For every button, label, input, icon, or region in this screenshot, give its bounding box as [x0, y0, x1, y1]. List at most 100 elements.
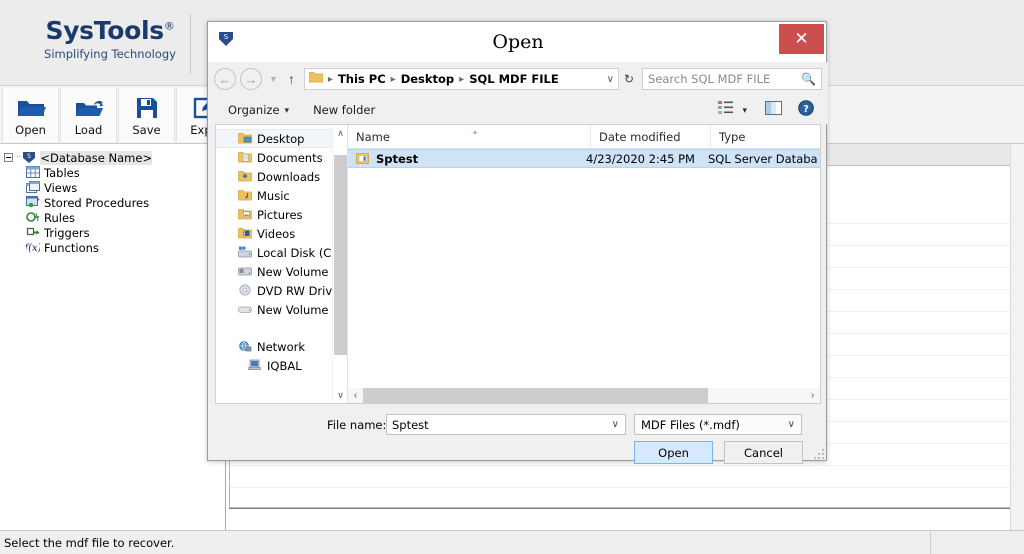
scrollbar-thumb[interactable] [334, 155, 347, 355]
forward-button[interactable]: → [240, 68, 262, 90]
nav-item-videos[interactable]: Videos [216, 224, 347, 243]
nav-item-documents[interactable]: Documents [216, 148, 347, 167]
resize-grip-icon[interactable] [812, 447, 824, 459]
nav-item-local-disk-c[interactable]: Local Disk (C:) [216, 243, 347, 262]
sidebar-item-triggers[interactable]: Triggers [0, 225, 225, 240]
sidebar-item-tables[interactable]: Tables [0, 165, 225, 180]
nav-item-pictures[interactable]: Pictures [216, 205, 347, 224]
load-button[interactable]: Load [60, 88, 117, 142]
sidebar-item-functions[interactable]: f(x) Functions [0, 240, 225, 255]
database-shield-icon: S [22, 151, 36, 164]
file-row-sptest[interactable]: Sptest 4/23/2020 2:45 PM SQL Server Data… [348, 149, 820, 168]
chevron-down-icon[interactable]: ∨ [612, 419, 625, 430]
search-input[interactable]: Search SQL MDF FILE 🔍 [642, 68, 822, 90]
scroll-up-icon[interactable]: ∧ [333, 125, 347, 141]
table-row[interactable] [230, 466, 1021, 488]
grid-vertical-scrollbar[interactable] [1010, 144, 1024, 530]
chevron-down-icon[interactable]: ▾ [742, 105, 747, 116]
svg-text:S: S [224, 33, 229, 41]
navigation-pane[interactable]: Desktop Documents Downloads Music Pictur… [216, 125, 348, 403]
refresh-icon[interactable]: ↻ [619, 68, 639, 90]
close-icon[interactable]: ✕ [779, 24, 824, 54]
dialog-open-button[interactable]: Open [634, 441, 713, 464]
scrollbar-thumb[interactable] [363, 388, 708, 403]
file-type-cell: SQL Server Databa... [708, 151, 818, 166]
nav-item-music[interactable]: Music [216, 186, 347, 205]
new-folder-button[interactable]: New folder [313, 103, 375, 117]
dialog-title-bar[interactable]: S Open ✕ [208, 22, 826, 62]
tree-collapse-toggle[interactable] [4, 153, 13, 162]
open-button[interactable]: Open [2, 88, 59, 142]
sidebar-item-label: Rules [44, 210, 76, 225]
nav-item-desktop[interactable]: Desktop [216, 129, 347, 148]
scrollbar-track[interactable] [363, 388, 805, 403]
breadcrumb-this-pc[interactable]: This PC [338, 72, 386, 86]
nav-item-label: Downloads [257, 169, 321, 184]
breadcrumb-desktop[interactable]: Desktop [401, 72, 454, 86]
list-view-icon[interactable] [718, 101, 734, 119]
nav-item-label: IQBAL [267, 358, 302, 373]
help-icon[interactable]: ? [798, 99, 814, 121]
dvd-drive-icon [238, 284, 252, 297]
sidebar-item-rules[interactable]: Rules [0, 210, 225, 225]
pictures-folder-icon [238, 208, 252, 221]
nav-item-new-volume-d[interactable]: New Volume (D:) [216, 262, 347, 281]
chevron-down-icon[interactable]: ▾ [285, 105, 290, 116]
nav-pane-spacer [216, 319, 347, 337]
file-name-cell: Sptest [376, 151, 419, 166]
triggers-icon [26, 226, 40, 239]
nav-item-label: Pictures [257, 207, 303, 222]
functions-icon: f(x) [23, 241, 41, 254]
dialog-title: Open [492, 31, 544, 53]
scroll-down-icon[interactable]: ∨ [333, 387, 347, 403]
save-button[interactable]: Save [118, 88, 175, 142]
scroll-left-icon[interactable]: ‹ [348, 390, 363, 401]
status-divider [930, 531, 931, 554]
breadcrumb-separator: ▸ [327, 73, 333, 85]
arrow-up-icon[interactable]: ↑ [288, 71, 295, 87]
file-list-header: Name Date modified Type ▴ [348, 124, 820, 149]
nav-item-network[interactable]: Network [216, 337, 347, 356]
table-grid-icon [26, 166, 40, 179]
nav-item-iqbal[interactable]: IQBAL [216, 356, 347, 375]
column-header-name[interactable]: Name [348, 125, 590, 149]
nav-item-new-volume-f[interactable]: New Volume (F:) [216, 300, 347, 319]
nav-item-label: Videos [257, 226, 296, 241]
systools-shield-icon: S [218, 31, 234, 52]
organize-menu[interactable]: Organize [228, 103, 280, 117]
svg-text:S: S [27, 153, 31, 160]
table-row[interactable] [230, 488, 1021, 510]
breadcrumb-sql-mdf-file[interactable]: SQL MDF FILE [469, 72, 559, 86]
nav-item-downloads[interactable]: Downloads [216, 167, 347, 186]
svg-text:?: ? [803, 104, 809, 115]
file-list-horizontal-scrollbar[interactable]: ‹ › [348, 388, 820, 403]
chevron-down-icon[interactable]: ▼ [269, 74, 278, 84]
chevron-down-icon[interactable]: ∨ [601, 74, 614, 85]
column-header-date-modified[interactable]: Date modified [590, 124, 710, 149]
chevron-down-icon[interactable]: ∨ [788, 419, 801, 430]
tree-root-node[interactable]: ·· S <Database Name> [0, 150, 225, 165]
nav-item-label: Music [257, 188, 290, 203]
address-bar[interactable]: ▸ This PC ▸ Desktop ▸ SQL MDF FILE ∨ [303, 68, 619, 90]
load-folder-icon [74, 94, 104, 122]
sidebar-item-label: Tables [44, 165, 80, 180]
column-header-type[interactable]: Type [710, 124, 815, 149]
brand-name-text: SysTools [45, 16, 164, 45]
banner-divider [190, 14, 191, 74]
scroll-right-icon[interactable]: › [805, 390, 820, 401]
file-list-pane: Name Date modified Type ▴ Sptest 4/23/20… [348, 124, 820, 403]
sidebar-item-label: Triggers [44, 225, 90, 240]
downloads-folder-icon [238, 170, 252, 183]
preview-pane-icon[interactable] [765, 100, 782, 120]
file-type-filter-select[interactable]: MDF Files (*.mdf) ∨ [634, 414, 802, 435]
back-button[interactable]: ← [214, 68, 236, 90]
dialog-cancel-button[interactable]: Cancel [724, 441, 803, 464]
sidebar-item-stored-procedures[interactable]: Stored Procedures [0, 195, 225, 210]
save-button-label: Save [132, 123, 161, 137]
nav-item-dvd-rw-drive-e[interactable]: DVD RW Drive (E: [216, 281, 347, 300]
nav-pane-scrollbar[interactable]: ∧ ∨ [332, 125, 347, 403]
sidebar-item-views[interactable]: Views [0, 180, 225, 195]
file-name-input[interactable]: Sptest ∨ [386, 414, 626, 435]
screen: SysTools® Simplifying Technology Open Lo… [0, 0, 1024, 554]
rules-icon [26, 211, 40, 224]
